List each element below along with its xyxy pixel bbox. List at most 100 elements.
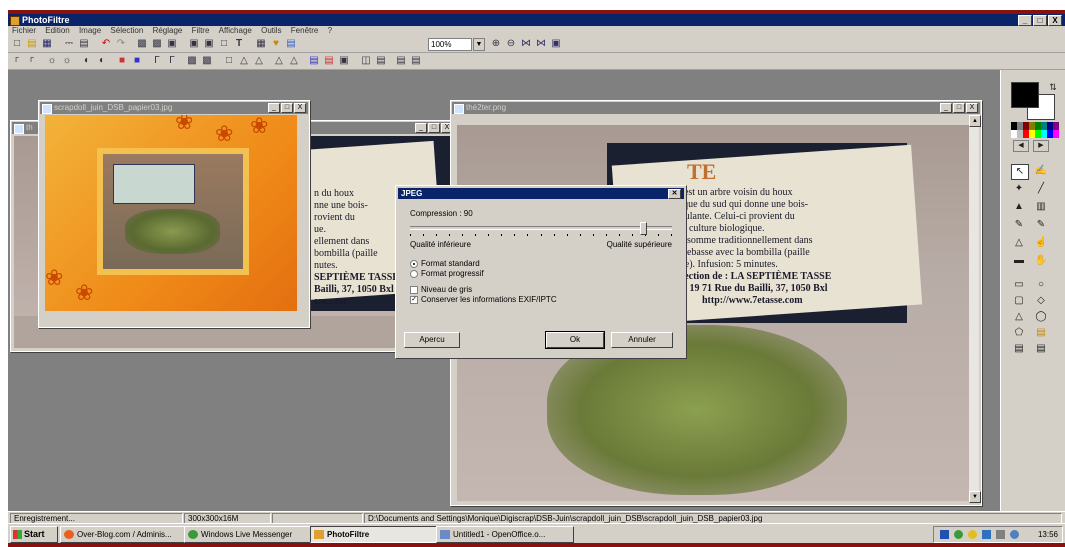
paste-icon[interactable]: ▩ <box>151 38 163 50</box>
auto-level-icon[interactable]: Γ <box>11 55 23 67</box>
clock[interactable]: 13:56 <box>1038 527 1058 542</box>
saturation-minus-icon[interactable]: ■ <box>116 55 128 67</box>
polygon-selection-icon[interactable]: ⬠ <box>1011 326 1027 340</box>
diamond-selection-icon[interactable]: ◇ <box>1033 294 1049 308</box>
mask-icon[interactable]: ▤ <box>375 55 387 67</box>
minimize-button[interactable]: _ <box>1018 15 1032 26</box>
minimize-button[interactable]: _ <box>415 123 427 133</box>
checkbox-unchecked[interactable] <box>410 285 418 294</box>
rotate-icon[interactable]: ▤ <box>395 55 407 67</box>
flip-v-icon[interactable]: △ <box>288 55 300 67</box>
brightness-minus-icon[interactable]: ☼ <box>46 55 58 67</box>
palette-swatch[interactable] <box>1053 122 1059 130</box>
rectangle-selection-icon[interactable]: ▭ <box>1011 278 1027 292</box>
menu-reglage[interactable]: Réglage <box>153 26 183 35</box>
update-icon[interactable] <box>1010 530 1019 539</box>
scrap-window[interactable]: scrapdoll_juin_DSB_papier03.jpg _ □ X ❀ ❀ … <box>38 100 310 328</box>
maximize-button[interactable]: □ <box>281 103 293 113</box>
minimize-button[interactable]: _ <box>940 103 952 113</box>
minimize-button[interactable]: _ <box>268 103 280 113</box>
brush-tool-icon[interactable]: ✎ <box>1011 218 1027 232</box>
slider-thumb[interactable] <box>640 222 647 235</box>
the2-vertical-scrollbar[interactable]: ▲ ▼ <box>969 115 981 503</box>
radio-selected[interactable] <box>410 259 418 268</box>
ok-button[interactable]: Ok <box>545 331 605 349</box>
contrast-minus-icon[interactable]: ◐ <box>81 55 93 67</box>
canvas-size-icon[interactable]: ▣ <box>203 38 215 50</box>
menu-fichier[interactable]: Fichier <box>12 26 36 35</box>
format-progressive-option[interactable]: Format progressif <box>410 269 484 278</box>
gamma-minus-icon[interactable]: Γ <box>151 55 163 67</box>
start-button[interactable]: Start <box>10 526 58 543</box>
text-tool-icon[interactable]: T <box>233 38 245 50</box>
frame-icon[interactable]: ▤ <box>308 55 320 67</box>
plugin-icon[interactable]: ♥ <box>270 38 282 50</box>
image-size-icon[interactable]: ▣ <box>166 38 178 50</box>
load-shape-icon[interactable]: ▤ <box>1033 326 1049 340</box>
taskbar-item-messenger[interactable]: Windows Live Messenger <box>184 526 322 543</box>
menu-outils[interactable]: Outils <box>261 26 281 35</box>
menu-image[interactable]: Image <box>79 26 101 35</box>
blur-tool-icon[interactable]: △ <box>1011 236 1027 250</box>
select-all-icon[interactable]: ▤ <box>1011 342 1027 356</box>
sepia-icon[interactable]: ▩ <box>201 55 213 67</box>
new-file-icon[interactable]: □ <box>11 38 23 50</box>
redo-icon[interactable]: ↷ <box>115 38 127 50</box>
fill-tool-icon[interactable]: ▲ <box>1011 200 1027 214</box>
shadow-icon[interactable]: ▤ <box>323 55 335 67</box>
network-icon[interactable] <box>982 530 991 539</box>
radio-unselected[interactable] <box>410 269 418 278</box>
language-icon[interactable] <box>940 530 949 539</box>
palette-next-icon[interactable]: ▶ <box>1033 140 1049 152</box>
scroll-up-icon[interactable]: ▲ <box>969 115 981 127</box>
grayscale-icon[interactable]: ▩ <box>186 55 198 67</box>
scrap-window-titlebar[interactable]: scrapdoll_juin_DSB_papier03.jpg _ □ X <box>40 102 308 114</box>
browser-icon[interactable]: ▦ <box>255 38 267 50</box>
pointer-tool-icon[interactable]: ↖ <box>1011 164 1029 180</box>
magic-wand-tool-icon[interactable]: ✦ <box>1011 182 1027 196</box>
undo-icon[interactable]: ↶ <box>100 38 112 50</box>
maximize-button[interactable]: □ <box>1033 15 1047 26</box>
scan-icon[interactable]: ▤ <box>78 38 90 50</box>
close-icon[interactable]: ✕ <box>668 189 681 199</box>
volume-icon[interactable] <box>996 530 1005 539</box>
cancel-button[interactable]: Annuler <box>611 332 673 348</box>
checkbox-checked[interactable]: ✓ <box>410 295 418 304</box>
print-icon[interactable]: ⎓ <box>63 38 75 50</box>
palette-prev-icon[interactable]: ◀ <box>1013 140 1029 152</box>
open-folder-icon[interactable]: ▤ <box>26 38 38 50</box>
blur-icon[interactable]: □ <box>223 55 235 67</box>
the2-window-titlebar[interactable]: thé2ter.png _ □ X <box>452 102 980 114</box>
fit-window-icon[interactable]: ⋈ <box>535 38 547 50</box>
triangle-selection-icon[interactable]: △ <box>1011 310 1027 324</box>
fullscreen-icon[interactable]: ▤ <box>285 38 297 50</box>
line-tool-icon[interactable]: ╱ <box>1033 182 1049 196</box>
saturation-plus-icon[interactable]: ■ <box>131 55 143 67</box>
menu-affichage[interactable]: Affichage <box>219 26 252 35</box>
invert-selection-icon[interactable]: ▤ <box>1033 342 1049 356</box>
spray-tool-icon[interactable]: ▥ <box>1033 200 1049 214</box>
taskbar-item-overblog[interactable]: Over-Blog.com / Adminis... <box>60 526 196 543</box>
flip-h-icon[interactable]: △ <box>273 55 285 67</box>
rounded-rect-selection-icon[interactable]: ▢ <box>1011 294 1027 308</box>
app-titlebar[interactable]: PhotoFiltre _ □ X <box>8 14 1065 26</box>
menu-fenetre[interactable]: Fenêtre <box>291 26 319 35</box>
ellipse-selection-icon[interactable]: ○ <box>1033 278 1049 292</box>
maximize-button[interactable]: □ <box>953 103 965 113</box>
copy-icon[interactable]: ▩ <box>136 38 148 50</box>
menu-selection[interactable]: Sélection <box>110 26 143 35</box>
format-standard-option[interactable]: Format standard <box>410 259 480 268</box>
selection-icon[interactable]: □ <box>218 38 230 50</box>
foreground-color-swatch[interactable] <box>1011 82 1039 108</box>
messenger-tray-icon[interactable] <box>954 530 963 539</box>
auto-contrast-icon[interactable]: Γ <box>26 55 38 67</box>
close-button[interactable]: X <box>294 103 306 113</box>
grayscale-option[interactable]: Niveau de gris <box>410 285 472 294</box>
soften-icon[interactable]: △ <box>238 55 250 67</box>
stamp-tool-icon[interactable]: ▬ <box>1011 254 1027 268</box>
compression-slider[interactable] <box>410 222 672 238</box>
monitor-icon[interactable]: ▣ <box>550 38 562 50</box>
menu-edition[interactable]: Edition <box>45 26 69 35</box>
layer-icon[interactable]: ◫ <box>360 55 372 67</box>
actual-size-icon[interactable]: ⋈ <box>520 38 532 50</box>
